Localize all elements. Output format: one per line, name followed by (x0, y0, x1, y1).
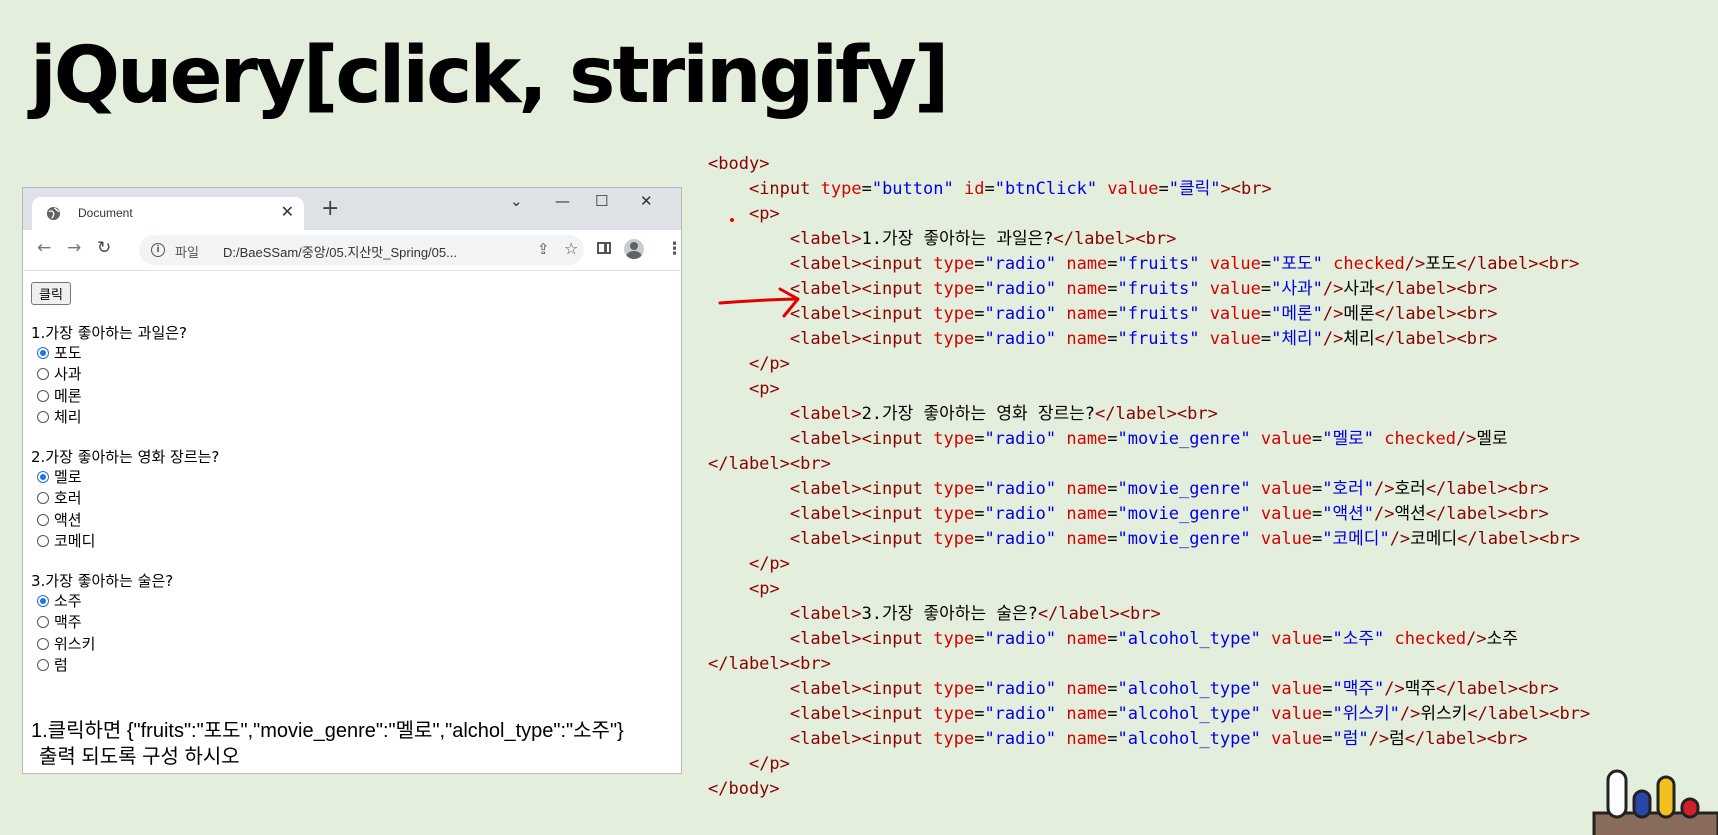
info-icon[interactable]: i (151, 243, 165, 257)
radio-option[interactable]: 메론 (37, 386, 82, 406)
close-window-icon[interactable]: ✕ (640, 192, 653, 210)
radio-checked-icon[interactable] (37, 594, 49, 607)
chevron-down-icon[interactable]: ⌄ (510, 192, 523, 210)
minimize-icon[interactable]: — (555, 192, 570, 210)
browser-window: Document ✕ + ⌄ — ☐ ✕ ← → ↻ i 파일 D:/BaeSS… (22, 187, 682, 774)
radio-icon[interactable] (37, 658, 49, 671)
task-instruction: 1.클릭하면 {"fruits":"포도","movie_genre":"멜로"… (31, 718, 624, 770)
radio-icon[interactable] (37, 513, 49, 526)
radio-icon[interactable] (37, 389, 49, 402)
code-line: </p> (748, 354, 790, 374)
code-line: <body> (708, 154, 770, 174)
radio-icon[interactable] (37, 637, 49, 650)
code-listing: <body> <input type="button" id="btnClick… (708, 152, 1590, 802)
side-panel-icon[interactable] (597, 242, 611, 254)
radio-option[interactable]: 사과 (37, 364, 82, 384)
radio-option[interactable]: 호러 (37, 488, 82, 508)
url-scheme: 파일 (175, 246, 199, 261)
code-line: <input type="button" id="btnClick" value… (748, 179, 1272, 199)
address-bar[interactable]: i 파일 D:/BaeSSam/중앙/05.지산맛_Spring/05... ⇪… (139, 235, 584, 265)
red-dot-mark (730, 218, 734, 222)
radio-icon[interactable] (37, 615, 49, 628)
code-line: <label>2.가장 좋아하는 영화 장르는?</label><br> (789, 404, 1218, 424)
logo-icon (1592, 769, 1718, 835)
code-line: <label><input type="radio" name="movie_g… (789, 529, 1580, 549)
radio-option[interactable]: 멜로 (37, 467, 82, 487)
code-line: </p> (748, 554, 790, 574)
radio-checked-icon[interactable] (37, 470, 49, 483)
task-line-1: 1.클릭하면 {"fruits":"포도","movie_genre":"멜로"… (31, 720, 624, 742)
new-tab-button[interactable]: + (321, 196, 339, 221)
close-tab-icon[interactable]: ✕ (281, 202, 294, 221)
tab-title: Document (78, 206, 133, 220)
code-line: <label><input type="radio" name="fruits"… (789, 279, 1498, 299)
radio-option[interactable]: 체리 (37, 407, 82, 427)
code-line: <label><input type="radio" name="movie_g… (789, 429, 1508, 449)
code-line: <label>3.가장 좋아하는 술은?</label><br> (789, 604, 1161, 624)
code-line: <label><input type="radio" name="fruits"… (789, 329, 1498, 349)
code-line: </body> (708, 779, 780, 799)
question-label: 1.가장 좋아하는 과일은? (31, 324, 188, 342)
radio-icon[interactable] (37, 410, 49, 423)
bookmark-star-icon[interactable]: ☆ (564, 239, 578, 258)
radio-option[interactable]: 소주 (37, 591, 82, 611)
tab-strip: Document ✕ + ⌄ — ☐ ✕ (23, 188, 681, 230)
radio-option[interactable]: 맥주 (37, 612, 82, 632)
code-line: <label><input type="radio" name="alcohol… (789, 704, 1591, 724)
code-line: <p> (748, 579, 780, 599)
task-line-2: 출력 되도록 구성 하시오 (39, 746, 240, 768)
click-button[interactable]: 클릭 (31, 282, 71, 305)
code-line: </label><br> (708, 654, 831, 674)
radio-option[interactable]: 포도 (37, 343, 82, 363)
menu-kebab-icon[interactable]: ⋮ (666, 239, 681, 259)
code-line: <label><input type="radio" name="alcohol… (789, 679, 1559, 699)
radio-checked-icon[interactable] (37, 346, 49, 359)
page-content: 클릭 1.가장 좋아하는 과일은? 포도 사과 메론 체리 2.가장 좋아하는 … (23, 271, 681, 773)
radio-icon[interactable] (37, 534, 49, 547)
reload-icon[interactable]: ↻ (97, 238, 111, 258)
share-icon[interactable]: ⇪ (537, 240, 550, 258)
radio-option[interactable]: 럼 (37, 655, 68, 675)
maximize-icon[interactable]: ☐ (595, 192, 608, 210)
radio-icon[interactable] (37, 491, 49, 504)
globe-icon (46, 206, 61, 221)
question-label: 3.가장 좋아하는 술은? (31, 572, 174, 590)
code-line: </p> (748, 754, 790, 774)
slide-title: jQuery[click, stringify] (30, 31, 949, 121)
radio-option[interactable]: 코메디 (37, 531, 95, 551)
code-line: <label><input type="radio" name="alcohol… (789, 629, 1518, 649)
back-icon[interactable]: ← (37, 238, 51, 258)
code-line: <label><input type="radio" name="movie_g… (789, 479, 1549, 499)
code-line: <p> (748, 379, 780, 399)
browser-toolbar: ← → ↻ i 파일 D:/BaeSSam/중앙/05.지산맛_Spring/0… (23, 230, 681, 271)
radio-option[interactable]: 위스키 (37, 634, 95, 654)
code-line: <label><input type="radio" name="fruits"… (789, 304, 1498, 324)
code-line: </label><br> (708, 454, 831, 474)
code-line: <label>1.가장 좋아하는 과일은?</label><br> (789, 229, 1177, 249)
code-line: <label><input type="radio" name="alcohol… (789, 729, 1528, 749)
url-text[interactable]: D:/BaeSSam/중앙/05.지산맛_Spring/05... (223, 242, 457, 261)
code-line: <label><input type="radio" name="fruits"… (789, 254, 1580, 274)
forward-icon[interactable]: → (67, 238, 81, 258)
radio-icon[interactable] (37, 367, 49, 380)
profile-avatar-icon[interactable] (624, 239, 644, 259)
code-line: <label><input type="radio" name="movie_g… (789, 504, 1549, 524)
question-label: 2.가장 좋아하는 영화 장르는? (31, 448, 220, 466)
radio-option[interactable]: 액션 (37, 510, 82, 530)
red-arrow-icon (718, 287, 800, 318)
tab-document[interactable]: Document ✕ (32, 197, 304, 230)
code-line: <p> (748, 204, 780, 224)
